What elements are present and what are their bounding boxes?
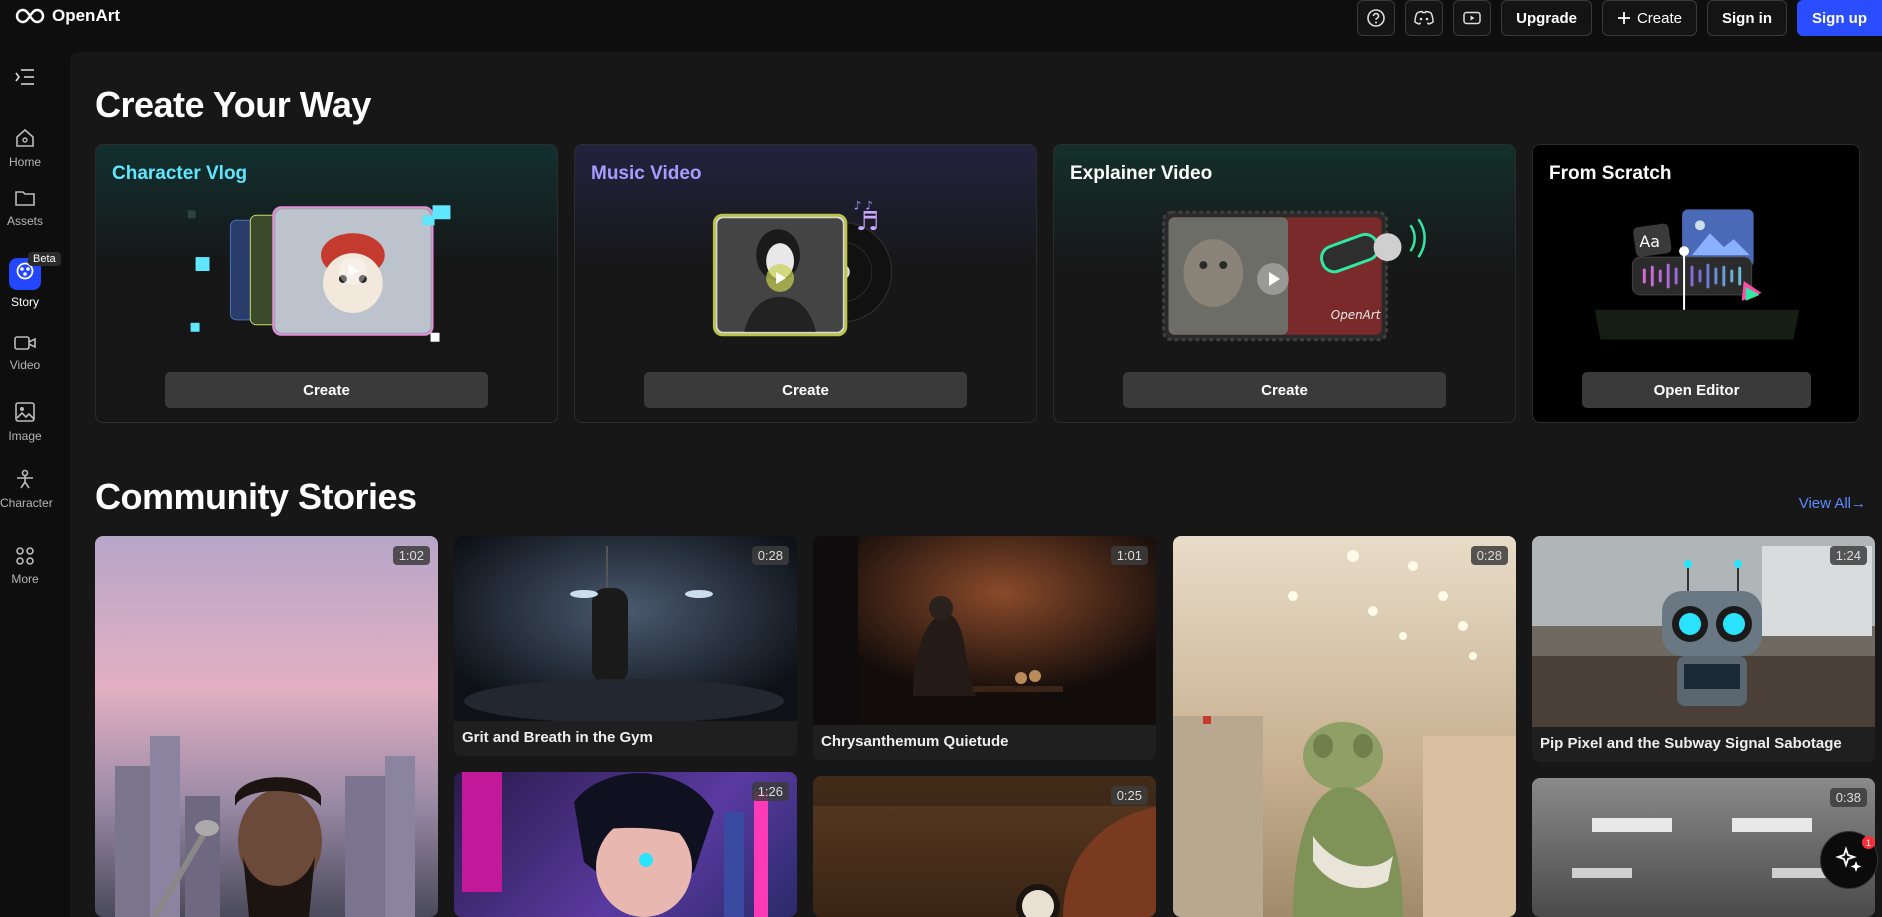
story-card[interactable]: 0:28: [1173, 536, 1516, 917]
card-button-label: Open Editor: [1653, 381, 1740, 399]
svg-text:♪ ♪: ♪ ♪: [854, 198, 873, 212]
story-title: Pip Pixel and the Subway Signal Sabotage: [1540, 735, 1842, 752]
duration-badge: 0:25: [1110, 786, 1148, 805]
card-character-vlog[interactable]: Character Vlog Create: [95, 144, 558, 423]
create-button[interactable]: Create: [1601, 0, 1697, 36]
sidebar-item-label: Home: [8, 155, 41, 169]
sidebar-item-character[interactable]: Character: [0, 468, 53, 510]
character-icon: [17, 469, 33, 489]
signup-label: Sign up: [1812, 9, 1867, 27]
help-icon: [1367, 9, 1385, 27]
signup-button[interactable]: Sign up: [1797, 0, 1882, 36]
sidebar-item-label: More: [11, 572, 39, 586]
page-title: Create Your Way: [95, 84, 371, 125]
from-scratch-illustration: Aa: [1594, 209, 1800, 340]
logo-text: OpenArt: [52, 6, 120, 25]
video-icon: [14, 336, 36, 350]
card-button-label: Create: [782, 381, 829, 399]
explainer-video-illustration: OpenArt: [1162, 210, 1426, 342]
story-card[interactable]: 1:24 Pip Pixel and the Subway Signal Sab…: [1532, 536, 1875, 762]
sidebar-item-label: Assets: [6, 214, 43, 228]
sidebar-toggle-button[interactable]: [0, 68, 50, 92]
story-thumbnail: [462, 772, 768, 917]
story-title: Grit and Breath in the Gym: [462, 729, 653, 746]
story-card[interactable]: 1:26: [454, 772, 797, 917]
sidebar: Home Assets Beta Story Video Image Chara…: [0, 52, 61, 917]
music-video-illustration: ♬ ♪ ♪: [712, 198, 893, 337]
top-bar: OpenArt Upgrade Create Sign in Sign up: [0, 0, 1882, 36]
open-editor-button[interactable]: Open Editor: [1582, 372, 1811, 408]
duration-badge: 1:26: [751, 782, 789, 801]
story-card[interactable]: 1:02: [95, 536, 438, 917]
plus-icon: [1617, 12, 1630, 24]
sidebar-item-assets[interactable]: Assets: [0, 188, 50, 228]
svg-text:Aa: Aa: [1639, 232, 1660, 251]
youtube-icon: [1463, 11, 1481, 25]
sidebar-item-image[interactable]: Image: [0, 401, 50, 443]
sidebar-item-label: Image: [8, 429, 42, 443]
more-icon: [16, 547, 34, 565]
duration-badge: 1:01: [1110, 546, 1148, 565]
openart-logo-icon: [15, 8, 45, 24]
sidebar-item-story[interactable]: Beta Story: [0, 252, 61, 309]
beta-badge: Beta: [28, 252, 61, 266]
folder-icon: [15, 191, 35, 206]
sparkle-icon: [1835, 846, 1862, 872]
svg-text:OpenArt: OpenArt: [1331, 308, 1382, 322]
card-title: Explainer Video: [1070, 163, 1213, 184]
image-icon: [15, 402, 35, 422]
card-title: From Scratch: [1549, 163, 1672, 184]
view-all-link[interactable]: View All→: [1799, 495, 1866, 512]
story-thumbnail: [813, 536, 1156, 725]
duration-badge: 1:02: [392, 546, 430, 565]
upgrade-button[interactable]: Upgrade: [1501, 0, 1592, 36]
duration-badge: 0:28: [1470, 546, 1508, 565]
story-thumbnail: [115, 736, 415, 917]
help-button[interactable]: [1357, 0, 1396, 36]
main-content: Create Your Way Character Vlog Create Mu…: [70, 52, 1882, 917]
create-label: Create: [1636, 9, 1682, 27]
youtube-button[interactable]: [1453, 0, 1492, 36]
story-title: Chrysanthemum Quietude: [821, 733, 1009, 750]
card-button-label: Create: [1261, 381, 1308, 399]
story-thumbnail: [1173, 550, 1516, 917]
logo[interactable]: OpenArt: [14, 6, 120, 26]
duration-badge: 0:38: [1829, 788, 1867, 807]
card-from-scratch[interactable]: From Scratch Aa Open Editor: [1532, 144, 1860, 423]
signin-button[interactable]: Sign in: [1707, 0, 1787, 36]
story-thumbnail: [1532, 536, 1875, 727]
duration-badge: 1:24: [1829, 546, 1867, 565]
card-explainer-video[interactable]: Explainer Video OpenArt Create: [1053, 144, 1516, 423]
card-button-label: Create: [303, 381, 350, 399]
create-explainer-video-button[interactable]: Create: [1123, 372, 1446, 408]
sidebar-item-more[interactable]: More: [0, 546, 50, 586]
sidebar-item-label: Story: [10, 295, 39, 309]
character-vlog-illustration: [187, 205, 451, 342]
create-character-vlog-button[interactable]: Create: [165, 372, 488, 408]
signin-label: Sign in: [1722, 9, 1772, 27]
upgrade-label: Upgrade: [1516, 9, 1577, 27]
story-card[interactable]: 0:25: [813, 776, 1156, 917]
card-title: Music Video: [591, 163, 702, 184]
notification-badge: 1: [1862, 836, 1875, 849]
sidebar-item-home[interactable]: Home: [0, 127, 50, 169]
sidebar-item-label: Character: [0, 496, 53, 510]
community-title: Community Stories: [95, 476, 417, 517]
story-card[interactable]: 1:01 Chrysanthemum Quietude: [813, 536, 1156, 760]
discord-button[interactable]: [1405, 0, 1444, 36]
create-music-video-button[interactable]: Create: [644, 372, 967, 408]
story-thumbnail: [454, 536, 797, 721]
discord-icon: [1414, 10, 1434, 25]
sidebar-item-video[interactable]: Video: [0, 334, 50, 372]
duration-badge: 0:28: [751, 546, 789, 565]
home-icon: [16, 128, 34, 147]
card-music-video[interactable]: Music Video ♬ ♪ ♪ Create: [574, 144, 1037, 423]
story-card[interactable]: 0:28 Grit and Breath in the Gym: [454, 536, 797, 756]
card-title: Character Vlog: [112, 163, 248, 184]
assistant-fab-button[interactable]: 1: [1820, 831, 1878, 889]
sidebar-item-label: Video: [9, 358, 41, 372]
story-thumbnail: [813, 776, 1156, 917]
menu-collapse-icon: [15, 69, 34, 85]
